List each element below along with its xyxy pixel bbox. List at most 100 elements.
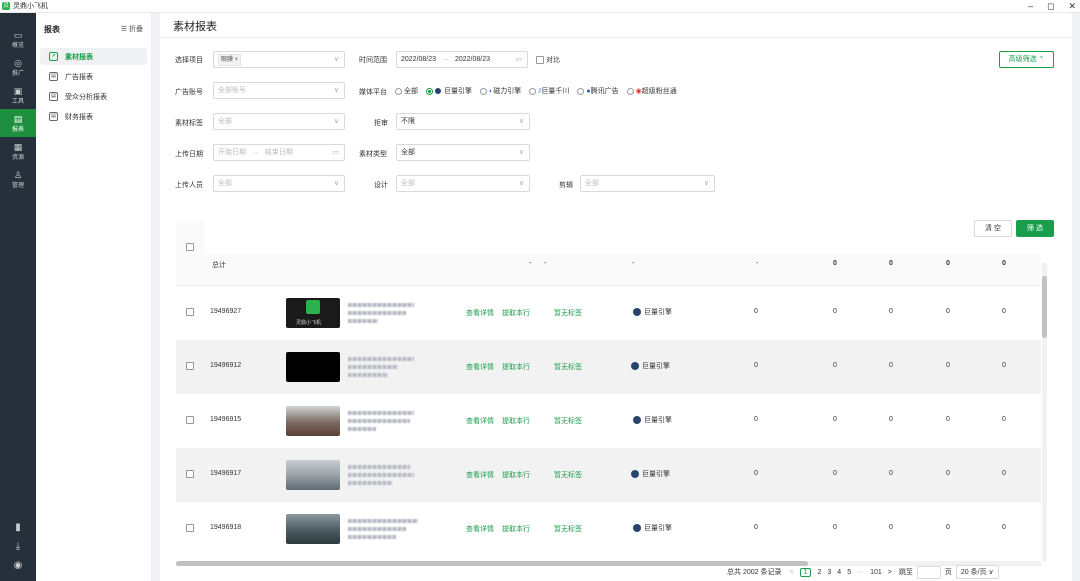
user-avatar-icon[interactable]: ◉: [14, 560, 23, 571]
tag-link[interactable]: 暂无标签: [554, 524, 582, 534]
scrollbar-thumb[interactable]: [1042, 276, 1047, 338]
reject-select[interactable]: 不限 ∨: [396, 113, 530, 130]
restore-icon[interactable]: ◻: [1047, 0, 1054, 13]
jump-input[interactable]: [916, 565, 941, 579]
radio[interactable]: [529, 87, 537, 95]
metric-cell: 0: [946, 416, 950, 423]
book-icon[interactable]: ▮: [15, 522, 21, 533]
tag-link[interactable]: 暂无标签: [554, 416, 582, 426]
radio[interactable]: [395, 87, 402, 95]
fold-label: 折叠: [129, 26, 143, 33]
extract-row-link[interactable]: 提取本行: [502, 308, 530, 318]
nav-manage[interactable]: ♙ 管理: [0, 165, 36, 193]
material-thumbnail[interactable]: [286, 406, 340, 436]
page-size-select[interactable]: 20 条/页 ∨: [955, 565, 999, 579]
material-thumbnail[interactable]: 灵鼎小飞机: [286, 298, 340, 328]
extract-row-link[interactable]: 提取本行: [502, 524, 530, 534]
view-detail-link[interactable]: 查看详情: [466, 470, 494, 480]
material-type-label: 素材类型: [359, 151, 387, 158]
account-select[interactable]: 全部账号 ∨: [213, 82, 345, 99]
row-checkbox[interactable]: [186, 470, 194, 478]
metric-cell: 0: [889, 362, 893, 369]
nav-overview[interactable]: ▭ 概览: [0, 25, 36, 53]
material-tag-select[interactable]: 全部 ∨: [213, 113, 345, 130]
compare-checkbox[interactable]: 对比: [536, 55, 560, 65]
account-label: 广告账号: [175, 89, 203, 96]
extract-row-link[interactable]: 提取本行: [502, 362, 530, 372]
download-icon[interactable]: ⤓: [16, 541, 20, 552]
extract-row-link[interactable]: 提取本行: [502, 416, 530, 426]
ellipsis[interactable]: ···: [857, 569, 864, 576]
media-option-magnetic[interactable]: ◐磁力引擎: [480, 86, 521, 96]
tag-link[interactable]: 暂无标签: [554, 470, 582, 480]
next-page-button[interactable]: >: [888, 569, 892, 576]
checkbox[interactable]: [536, 56, 544, 65]
tag-link[interactable]: 暂无标签: [554, 308, 582, 318]
row-checkbox[interactable]: [186, 416, 194, 424]
media-option-qianchuan[interactable]: ⫽巨量千川: [529, 86, 569, 96]
tag-link[interactable]: 暂无标签: [554, 362, 582, 372]
nav-label: 管理: [11, 182, 24, 189]
nav-label: 推广: [11, 70, 24, 77]
subnav-item-finance-report[interactable]: ▤ 财务报表: [40, 108, 147, 125]
project-tag[interactable]: 眼膜 ×: [218, 54, 242, 66]
metric-cell: 0: [754, 308, 758, 315]
subnav-item-ad-report[interactable]: ▤ 广告报表: [40, 68, 147, 85]
time-range-picker[interactable]: 2022/08/23 → 2022/08/23 ▭: [396, 51, 528, 68]
radio[interactable]: [626, 87, 634, 95]
nav-reports[interactable]: ▤ 报表: [0, 109, 36, 137]
media-option-ocean[interactable]: 巨量引擎: [426, 86, 472, 96]
page-3[interactable]: 3: [827, 569, 831, 576]
radio-selected[interactable]: [426, 87, 433, 95]
media-option-weibo[interactable]: ◉超级粉丝通: [626, 86, 677, 96]
chevron-down-icon: ∨: [703, 180, 709, 187]
scrollbar-thumb[interactable]: [176, 561, 808, 566]
fold-button[interactable]: ☰ 折叠: [121, 24, 143, 34]
material-thumbnail[interactable]: [286, 514, 340, 544]
radio[interactable]: [480, 87, 487, 95]
page-1[interactable]: 1: [799, 567, 812, 577]
radio[interactable]: [577, 87, 585, 95]
row-checkbox[interactable]: [186, 362, 194, 370]
total-cell: -: [756, 260, 759, 267]
media-option-tencent[interactable]: ●腾讯广告: [577, 86, 619, 96]
uploader-select[interactable]: 全部 ∨: [213, 175, 345, 192]
minimize-icon[interactable]: –: [1028, 0, 1033, 13]
advanced-filter-button[interactable]: 高级筛选 ⌃: [999, 51, 1054, 68]
view-detail-link[interactable]: 查看详情: [466, 524, 494, 534]
material-type-select[interactable]: 全部 ∨: [396, 144, 530, 161]
subnav-item-material-report[interactable]: ↗ 素材报表: [40, 48, 147, 65]
page-4[interactable]: 4: [837, 569, 841, 576]
material-thumbnail[interactable]: [286, 460, 340, 490]
row-checkbox[interactable]: [186, 308, 194, 316]
prev-page-button[interactable]: <: [789, 569, 793, 576]
extract-row-link[interactable]: 提取本行: [502, 470, 530, 480]
nav-promote[interactable]: ◎ 推广: [0, 53, 36, 81]
page-last[interactable]: 101: [870, 569, 882, 576]
nav-tools[interactable]: ▣ 工具: [0, 81, 36, 109]
total-cell: 0: [833, 260, 837, 267]
view-detail-link[interactable]: 查看详情: [466, 308, 494, 318]
account-placeholder: 全部账号: [218, 87, 246, 94]
chart-icon: ↗: [49, 52, 58, 61]
select-all-checkbox[interactable]: [186, 243, 194, 251]
vertical-scrollbar[interactable]: [1042, 263, 1047, 561]
view-detail-link[interactable]: 查看详情: [466, 416, 494, 426]
close-icon[interactable]: ✕: [1068, 0, 1076, 13]
nav-resources[interactable]: ▦ 资源: [0, 137, 36, 165]
subnav-item-audience-report[interactable]: ▤ 受众分析报表: [40, 88, 147, 105]
platform-name: 巨量引擎: [644, 525, 672, 532]
arrow-right-icon: →: [442, 56, 449, 63]
upload-date-picker[interactable]: 开始日期 → 结束日期 ▭: [213, 144, 345, 161]
page-5[interactable]: 5: [847, 569, 851, 576]
app-logo-icon: [306, 300, 320, 314]
design-select[interactable]: 全部 ∨: [396, 175, 530, 192]
page-2[interactable]: 2: [817, 569, 821, 576]
material-thumbnail[interactable]: [286, 352, 340, 382]
media-option-all[interactable]: 全部: [395, 86, 418, 96]
edit-select[interactable]: 全部 ∨: [580, 175, 715, 192]
project-select[interactable]: 眼膜 × ∨: [213, 51, 345, 68]
view-detail-link[interactable]: 查看详情: [466, 362, 494, 372]
divider: [160, 37, 1072, 38]
row-checkbox[interactable]: [186, 524, 194, 532]
